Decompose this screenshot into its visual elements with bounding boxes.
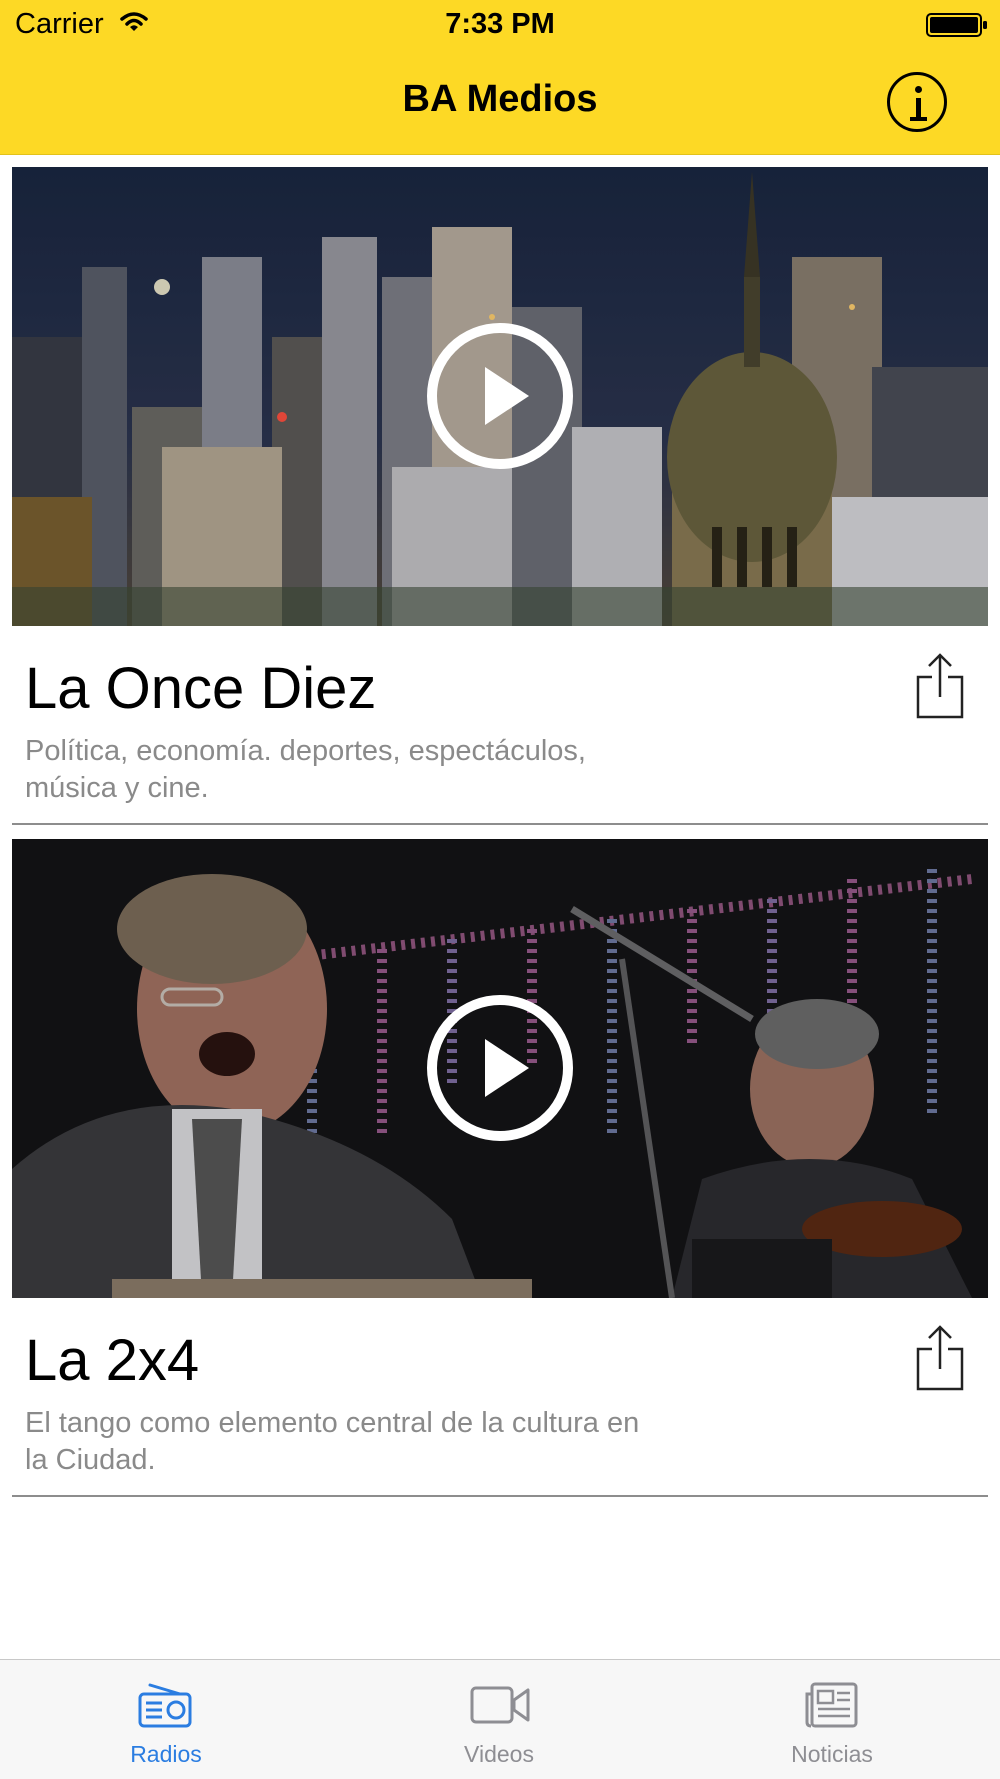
play-icon bbox=[427, 995, 573, 1141]
station-description: El tango como elemento central de la cul… bbox=[25, 1407, 640, 1476]
station-description: Política, economía. deportes, espectácul… bbox=[25, 735, 586, 804]
nav-header: Carrier 7:33 PM BA Medios bbox=[0, 0, 1000, 155]
divider bbox=[12, 1495, 988, 1497]
share-icon bbox=[916, 653, 964, 719]
newspaper-icon bbox=[802, 1680, 862, 1735]
video-camera-icon bbox=[469, 1680, 533, 1735]
tab-label: Radios bbox=[130, 1741, 202, 1767]
share-button[interactable] bbox=[915, 651, 965, 721]
radio-icon bbox=[136, 1680, 196, 1735]
tab-radios[interactable]: Radios bbox=[66, 1660, 266, 1779]
station-title: La 2x4 bbox=[25, 1328, 200, 1393]
tab-bar: Radios Videos Noticias bbox=[0, 1659, 1000, 1779]
play-icon bbox=[427, 323, 573, 469]
play-button[interactable] bbox=[425, 321, 575, 471]
share-icon bbox=[916, 1325, 964, 1391]
tab-videos[interactable]: Videos bbox=[399, 1660, 599, 1779]
status-bar: Carrier 7:33 PM bbox=[0, 0, 1000, 50]
station-image[interactable] bbox=[12, 839, 988, 1298]
tab-noticias[interactable]: Noticias bbox=[732, 1660, 932, 1779]
status-time: 7:33 PM bbox=[445, 8, 555, 40]
divider bbox=[12, 823, 988, 825]
info-button[interactable] bbox=[887, 72, 947, 132]
tab-label: Videos bbox=[464, 1741, 534, 1767]
tab-label: Noticias bbox=[791, 1741, 873, 1767]
page-title: BA Medios bbox=[402, 78, 598, 120]
station-title: La Once Diez bbox=[25, 656, 377, 721]
station-image[interactable] bbox=[12, 167, 988, 626]
battery-icon bbox=[926, 13, 988, 42]
play-button[interactable] bbox=[425, 993, 575, 1143]
share-button[interactable] bbox=[915, 1323, 965, 1393]
